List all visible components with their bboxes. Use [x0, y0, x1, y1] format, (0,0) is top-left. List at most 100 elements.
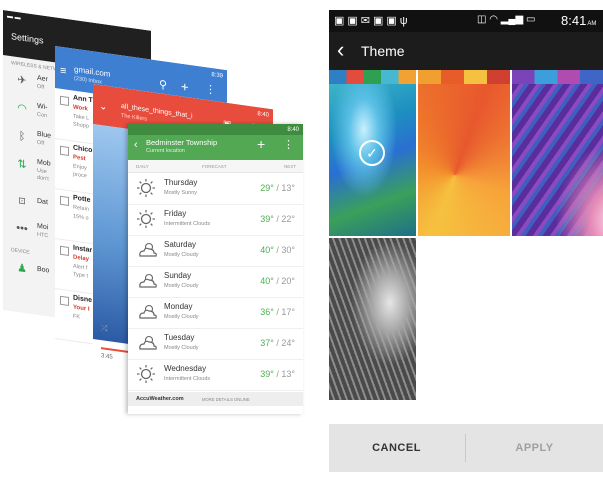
mail-from: Disne [73, 294, 93, 305]
more-icon: ••• [16, 221, 28, 236]
temp-low: 24° [281, 338, 295, 348]
tab-forecast[interactable]: FORECAST [202, 164, 227, 169]
checkbox[interactable] [60, 195, 69, 206]
forecast-row[interactable]: Wednesday Intermittent Clouds 39° / 13° [128, 359, 303, 391]
item-title: Moi [37, 222, 49, 232]
action-bar: ‹ Theme [329, 32, 603, 70]
mail-preview: Type t [73, 271, 88, 280]
data-usage-icon: ⊡ [18, 195, 26, 207]
forecast-condition: Intermittent Clouds [164, 221, 211, 227]
theme-tile-orange[interactable] [418, 84, 510, 236]
item-sub: Off [37, 83, 45, 91]
temp-high: 39° [260, 369, 274, 379]
forecast-condition: Mostly Cloudy [164, 314, 199, 320]
forecast-temp: 40° / 20° [260, 276, 295, 286]
forecast-row[interactable]: Thursday Mostly Sunny 29° / 13° [128, 173, 303, 205]
theme-tile-purple[interactable] [512, 84, 603, 236]
forecast-condition: Mostly Cloudy [164, 345, 199, 351]
add-icon[interactable]: + [257, 136, 265, 152]
status-time: 8:39 [211, 71, 223, 80]
status-time: 8:40 [287, 126, 299, 133]
forecast-day: Sunday [164, 271, 192, 280]
temp-low: 30° [281, 245, 295, 255]
checkbox[interactable] [60, 295, 69, 306]
location-sub: Current location [146, 148, 185, 154]
checkbox[interactable] [60, 145, 69, 156]
theme-screen: ▣▣✉▣▣ψ ◫ ◠ ▂▄▆ ▭ 8:41AM ‹ Theme ✓ CANCEL… [329, 10, 603, 487]
apply-button[interactable]: APPLY [466, 424, 603, 472]
airplane-icon: ✈ [17, 74, 27, 88]
weather-header: 8:40 ‹ Bedminster Township Current locat… [128, 124, 303, 160]
mail-from: Instar [73, 244, 93, 255]
forecast-temp: 39° / 13° [260, 369, 295, 379]
forecast-row[interactable]: Sunday Mostly Cloudy 40° / 20° [128, 266, 303, 298]
status-time: 8:41AM [561, 13, 596, 28]
more-details-link[interactable]: MORE DETAILS ONLINE [202, 397, 250, 402]
boost-icon: ♟ [17, 261, 27, 276]
forecast-row[interactable]: Tuesday Mostly Cloudy 37° / 24° [128, 328, 303, 360]
tab-daily[interactable]: DAILY [136, 164, 149, 169]
mail-subject: Your I [73, 304, 90, 313]
forecast-day: Monday [164, 302, 193, 311]
temp-high: 40° [260, 276, 274, 286]
bottom-button-bar: CANCEL APPLY [329, 424, 603, 472]
mail-from: Potte [73, 194, 91, 204]
tab-next[interactable]: NEXT [284, 164, 296, 169]
forecast-condition: Intermittent Clouds [164, 376, 211, 382]
sun-icon [136, 178, 158, 198]
forecast-row[interactable]: Saturday Mostly Cloudy 40° / 30° [128, 235, 303, 267]
forecast-row[interactable]: Monday Mostly Cloudy 36° / 17° [128, 297, 303, 329]
overflow-icon[interactable]: ⋮ [283, 138, 294, 151]
cancel-label: CANCEL [372, 442, 421, 454]
collapse-icon[interactable]: ⌄ [99, 101, 107, 113]
mail-preview: FK [73, 313, 81, 321]
cloud-icon [136, 240, 158, 260]
mail-preview: Alert f [73, 263, 88, 272]
temp-high: 40° [260, 245, 274, 255]
weather-footer[interactable]: AccuWeather.com MORE DETAILS ONLINE [128, 392, 303, 406]
mail-from: Ann T [73, 94, 93, 105]
forecast-temp: 37° / 24° [260, 338, 295, 348]
progress-bar[interactable] [101, 347, 131, 354]
shuffle-icon[interactable]: ⤮ [101, 323, 107, 334]
temp-high: 29° [260, 183, 274, 193]
settings-title: Settings [11, 31, 44, 46]
search-icon[interactable]: ⚲ [159, 78, 167, 92]
forecast-day: Tuesday [164, 333, 195, 342]
mail-preview: proce [73, 171, 87, 180]
mail-from: Chico [73, 144, 93, 155]
forecast-condition: Mostly Sunny [164, 190, 198, 196]
theme-tile-fern[interactable] [329, 238, 416, 400]
mail-subject: Work [73, 104, 88, 113]
palette-stripe-1 [329, 70, 416, 84]
checkbox[interactable] [60, 245, 69, 256]
album-art [93, 124, 133, 345]
mail-preview: Enjoy [73, 163, 87, 172]
compose-icon[interactable]: + [181, 79, 189, 95]
status-am: AM [587, 21, 597, 27]
menu-icon[interactable]: ≡ [60, 65, 66, 78]
forecast-day: Thursday [164, 178, 198, 187]
cloud-icon [136, 302, 158, 322]
weather-card[interactable]: 8:40 ‹ Bedminster Township Current locat… [128, 124, 303, 414]
location-name: Bedminster Township [146, 138, 218, 147]
status-bar: ▣▣✉▣▣ψ ◫ ◠ ▂▄▆ ▭ 8:41AM [329, 10, 603, 32]
forecast-condition: Mostly Cloudy [164, 283, 199, 289]
item-title: Wi- [37, 102, 48, 112]
forecast-day: Wednesday [164, 364, 207, 373]
status-icons: ◫ ◠ ▂▄▆ ▭ [477, 14, 536, 25]
forecast-temp: 40° / 30° [260, 245, 295, 255]
theme-tile-selected[interactable]: ✓ [329, 84, 416, 236]
checkbox[interactable] [60, 95, 69, 106]
forecast-row[interactable]: Friday Intermittent Clouds 39° / 22° [128, 204, 303, 236]
cancel-button[interactable]: CANCEL [329, 424, 464, 472]
apply-label: APPLY [515, 442, 554, 454]
palette-stripe-3 [512, 70, 603, 84]
back-icon[interactable]: ‹ [134, 139, 138, 151]
back-icon[interactable]: ‹ [337, 37, 344, 63]
section-header-device: DEVICE [11, 247, 30, 256]
track-time: 3:45 [101, 353, 113, 361]
cloud-icon [136, 271, 158, 291]
overflow-icon[interactable]: ⋮ [205, 82, 216, 97]
item-sub: Con [37, 111, 48, 120]
